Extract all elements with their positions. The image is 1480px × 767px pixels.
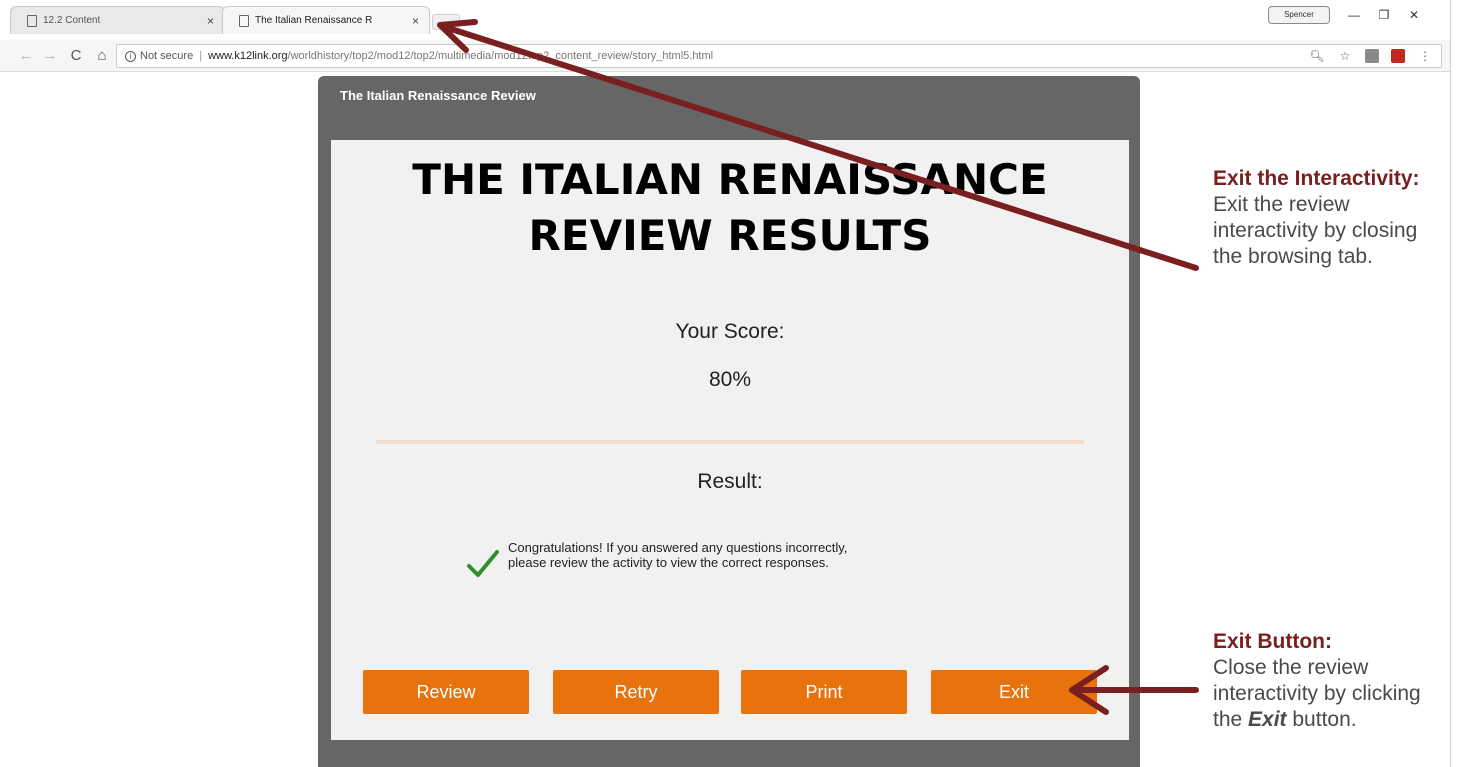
- annotation-body-line: interactivity by clicking: [1213, 682, 1421, 705]
- player-title: The Italian Renaissance Review: [340, 88, 536, 103]
- menu-icon[interactable]: ⋮: [1417, 49, 1433, 63]
- tab-close-icon[interactable]: ×: [207, 14, 214, 28]
- page-icon: [27, 14, 37, 27]
- tab-italian-renaissance-review[interactable]: The Italian Renaissance R ×: [222, 6, 430, 34]
- score-label: Your Score:: [675, 320, 785, 343]
- result-text: Congratulations! If you answered any que…: [508, 540, 978, 570]
- close-window-button[interactable]: ✕: [1400, 4, 1428, 26]
- forward-icon[interactable]: →: [40, 46, 60, 66]
- maximize-button[interactable]: ❐: [1370, 4, 1398, 26]
- extension-icon[interactable]: [1365, 49, 1379, 63]
- address-bar[interactable]: i Not secure | www.k12link.org /worldhis…: [116, 44, 1442, 68]
- print-button[interactable]: Print: [741, 670, 907, 714]
- results-slide: THE ITALIAN RENAISSANCE REVIEW RESULTS Y…: [331, 140, 1129, 740]
- review-button[interactable]: Review: [363, 670, 529, 714]
- new-tab-button[interactable]: [432, 14, 460, 30]
- retry-button[interactable]: Retry: [553, 670, 719, 714]
- heading-line-2: REVIEW RESULTS: [528, 211, 932, 260]
- page-title: THE ITALIAN RENAISSANCE REVIEW RESULTS: [331, 152, 1129, 264]
- page-icon: [239, 14, 249, 27]
- tab-close-icon[interactable]: ×: [412, 14, 419, 28]
- heading-line-1: THE ITALIAN RENAISSANCE: [412, 155, 1048, 204]
- window-user-badge[interactable]: Spencer: [1268, 6, 1330, 24]
- url-host: www.k12link.org: [208, 50, 288, 62]
- browser-toolbar: ← → C ⌂ i Not secure | www.k12link.org /…: [0, 40, 1450, 72]
- back-icon[interactable]: ←: [16, 46, 36, 66]
- pdf-icon[interactable]: [1391, 49, 1405, 63]
- security-label: Not secure: [140, 50, 194, 62]
- annotation-title: Exit the Interactivity:: [1213, 167, 1420, 190]
- tab-label: 12.2 Content: [43, 15, 101, 26]
- player-frame: The Italian Renaissance Review THE ITALI…: [318, 76, 1140, 767]
- reload-icon[interactable]: C: [66, 46, 86, 66]
- info-icon[interactable]: i: [125, 50, 136, 62]
- annotation-emphasis: Exit: [1248, 708, 1287, 731]
- home-icon[interactable]: ⌂: [92, 46, 112, 66]
- annotation-title: Exit Button:: [1213, 630, 1332, 653]
- annotation-text: button.: [1286, 708, 1357, 731]
- zoom-icon[interactable]: 🔍︎: [1309, 49, 1325, 63]
- annotation-exit-button: Exit Button: Close the review interactiv…: [1213, 629, 1480, 733]
- score-value: 80%: [708, 368, 752, 391]
- result-message: Congratulations! If you answered any que…: [466, 540, 978, 578]
- annotation-text: the: [1213, 708, 1249, 731]
- annotation-body-line: the browsing tab.: [1213, 245, 1373, 268]
- checkmark-icon: [467, 550, 499, 577]
- browser-tabstrip: 12.2 Content × The Italian Renaissance R…: [0, 0, 1450, 40]
- annotation-exit-interactivity: Exit the Interactivity: Exit the review …: [1213, 166, 1480, 270]
- minimize-button[interactable]: —: [1340, 4, 1368, 26]
- result-label: Result:: [697, 470, 763, 493]
- annotation-body-line: the Exit button.: [1213, 707, 1480, 733]
- annotation-body-line: interactivity by closing: [1213, 219, 1418, 242]
- result-text-line-2: please review the activity to view the c…: [508, 555, 829, 570]
- exit-button[interactable]: Exit: [931, 670, 1097, 714]
- star-icon[interactable]: ☆: [1337, 49, 1353, 63]
- address-separator: |: [199, 50, 203, 62]
- divider: [376, 440, 1084, 444]
- tab-label: The Italian Renaissance R: [255, 15, 373, 26]
- annotation-body-line: Close the review: [1213, 656, 1369, 679]
- annotation-body-line: Exit the review: [1213, 193, 1350, 216]
- result-text-line-1: Congratulations! If you answered any que…: [508, 540, 848, 555]
- tab-12-2-content[interactable]: 12.2 Content ×: [10, 6, 225, 34]
- url-path: /worldhistory/top2/mod12/top2/multimedia…: [287, 50, 714, 62]
